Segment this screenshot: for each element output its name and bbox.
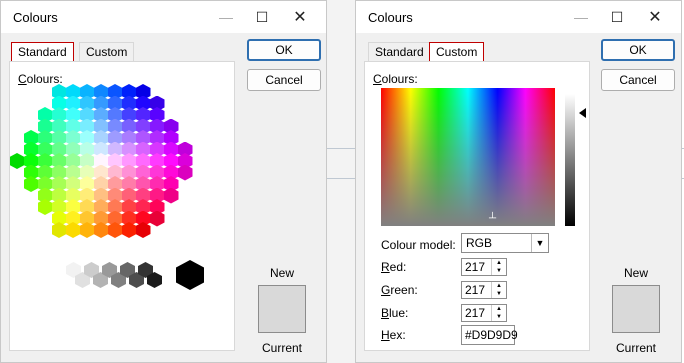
colour-swatch[interactable] — [65, 222, 81, 238]
colour-swatch[interactable] — [135, 222, 151, 238]
green-label: Green: — [381, 283, 418, 297]
colour-swatch[interactable] — [163, 187, 179, 204]
blue-input[interactable]: 217 ▲ ▼ — [461, 304, 507, 322]
colour-model-label: Colour model: — [381, 238, 456, 252]
spin-down-icon[interactable]: ▼ — [492, 290, 506, 298]
custom-panel: Colours: ┴ Colour model: RGB ▼ Red: 217 … — [364, 61, 590, 351]
spin-down-icon[interactable]: ▼ — [492, 313, 506, 321]
colour-swatch[interactable] — [149, 210, 165, 227]
green-value: 217 — [465, 283, 486, 297]
white-swatch[interactable] — [20, 260, 48, 290]
green-input[interactable]: 217 ▲ ▼ — [461, 281, 507, 299]
title-bar: Colours — ☐ ✕ — [356, 1, 681, 33]
current-label: Current — [615, 341, 656, 355]
blue-spinner[interactable]: ▲ ▼ — [491, 305, 506, 321]
dialog-title: Colours — [368, 10, 413, 25]
red-input[interactable]: 217 ▲ ▼ — [461, 258, 507, 276]
maximize-icon[interactable]: ☐ — [603, 5, 631, 29]
colour-swatch[interactable] — [9, 153, 25, 169]
close-icon[interactable]: ✕ — [286, 5, 314, 29]
luminance-arrow-icon[interactable] — [579, 108, 586, 118]
blue-label: Blue: — [381, 306, 409, 320]
colour-model-select[interactable]: RGB ▼ — [461, 233, 549, 253]
spin-up-icon[interactable]: ▲ — [492, 282, 506, 290]
colour-preview — [258, 285, 306, 333]
minimize-icon: — — [219, 9, 233, 25]
colour-swatch[interactable] — [93, 222, 109, 238]
colour-swatch[interactable] — [79, 222, 95, 238]
red-spinner[interactable]: ▲ ▼ — [491, 259, 506, 275]
minimize-icon: — — [574, 9, 588, 25]
tab-custom[interactable]: Custom — [79, 42, 135, 61]
colours-label: Colours: — [18, 72, 63, 86]
maximize-icon[interactable]: ☐ — [248, 5, 276, 29]
new-label: New — [623, 266, 648, 280]
colours-dialog-standard: Colours — ☐ ✕ Standard Custom Colours: O… — [0, 0, 327, 363]
hex-value: #D9D9D9 — [465, 328, 518, 342]
colour-swatch[interactable] — [107, 222, 123, 238]
colour-model-value: RGB — [466, 236, 493, 250]
ok-button[interactable]: OK — [247, 39, 321, 61]
dialog-title: Colours — [13, 10, 58, 25]
cancel-button[interactable]: Cancel — [247, 69, 321, 91]
colour-swatch[interactable] — [37, 199, 53, 215]
colour-swatch[interactable] — [121, 222, 137, 238]
colour-swatch[interactable] — [177, 164, 193, 181]
colour-spectrum[interactable]: ┴ — [381, 88, 555, 226]
background-window — [327, 0, 357, 363]
spin-up-icon[interactable]: ▲ — [492, 259, 506, 267]
title-bar: Colours — ☐ ✕ — [1, 1, 326, 33]
colours-dialog-custom: Colours — ☐ ✕ Standard Custom Colours: ┴… — [355, 0, 682, 363]
crosshair-icon: ┴ — [489, 213, 497, 224]
hex-label: Hex: — [381, 328, 406, 342]
chevron-down-icon: ▼ — [531, 234, 548, 252]
colour-swatch[interactable] — [51, 222, 67, 238]
colours-label: Colours: — [373, 72, 418, 86]
spin-down-icon[interactable]: ▼ — [492, 267, 506, 275]
standard-panel: Colours: — [9, 61, 235, 351]
colour-swatch[interactable] — [23, 176, 39, 192]
close-icon[interactable]: ✕ — [641, 5, 669, 29]
tab-standard[interactable]: Standard — [368, 42, 431, 61]
spin-up-icon[interactable]: ▲ — [492, 305, 506, 313]
cancel-button[interactable]: Cancel — [601, 69, 675, 91]
tab-standard[interactable]: Standard — [11, 42, 74, 62]
luminance-slider[interactable] — [565, 94, 575, 226]
black-swatch[interactable] — [176, 260, 204, 290]
red-label: Red: — [381, 260, 407, 274]
hex-input[interactable]: #D9D9D9 — [461, 325, 518, 345]
current-label: Current — [261, 341, 302, 355]
blue-value: 217 — [465, 306, 486, 320]
colour-preview — [612, 285, 660, 333]
red-value: 217 — [465, 260, 486, 274]
ok-button[interactable]: OK — [601, 39, 675, 61]
tab-custom[interactable]: Custom — [429, 42, 485, 62]
new-label: New — [269, 266, 294, 280]
green-spinner[interactable]: ▲ ▼ — [491, 282, 506, 298]
